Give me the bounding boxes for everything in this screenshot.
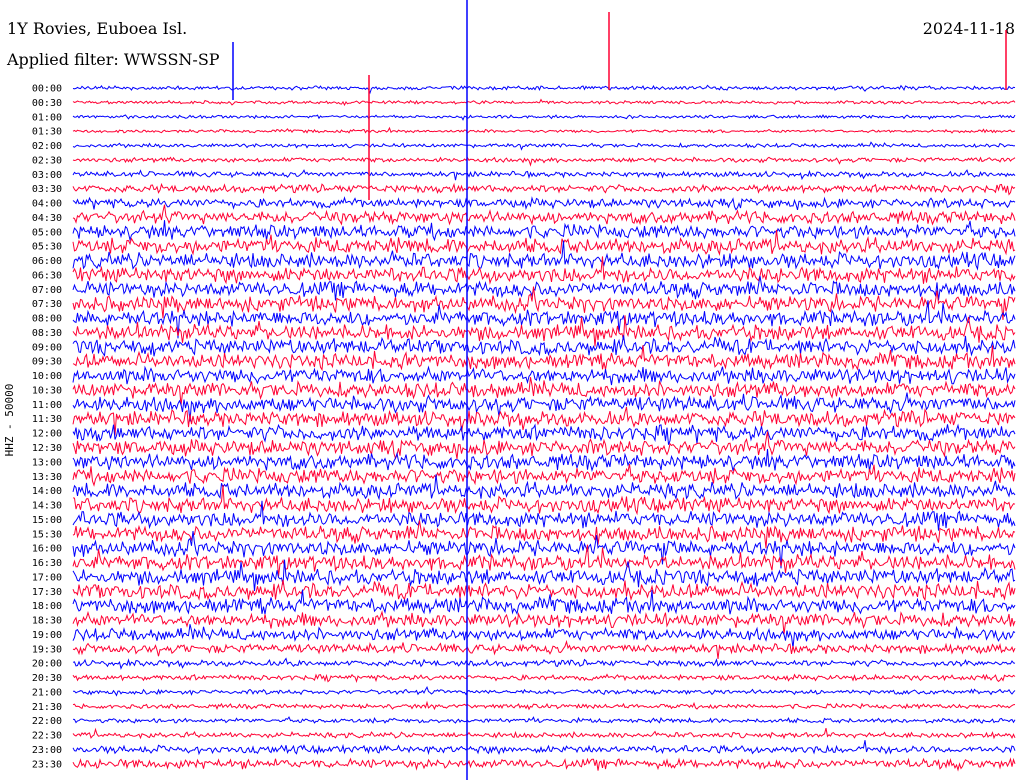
row-time-label: 08:00 <box>32 314 62 325</box>
seismic-trace <box>72 156 1016 167</box>
seismic-trace <box>72 657 1016 670</box>
row-time-label: 09:00 <box>32 342 62 353</box>
row-time-label: 16:00 <box>32 544 62 555</box>
row-time-label: 07:00 <box>32 285 62 296</box>
seismic-trace <box>72 673 1016 683</box>
row-time-label: 03:00 <box>32 170 62 181</box>
seismic-trace <box>72 275 1016 301</box>
seismic-trace <box>72 624 1016 649</box>
seismic-trace <box>72 740 1016 756</box>
row-time-label: 07:30 <box>32 299 62 310</box>
seismic-trace <box>72 484 1016 516</box>
row-time-label: 06:00 <box>32 256 62 267</box>
seismic-trace <box>72 757 1016 772</box>
row-time-label: 00:00 <box>32 84 62 95</box>
row-time-label: 18:30 <box>32 616 62 627</box>
row-time-label: 14:30 <box>32 501 62 512</box>
seismic-trace <box>72 700 1016 711</box>
row-time-label: 00:30 <box>32 98 62 109</box>
row-time-label: 12:00 <box>32 429 62 440</box>
row-time-label: 16:30 <box>32 558 62 569</box>
row-time-label: 17:30 <box>32 587 62 598</box>
row-time-label: 01:00 <box>32 112 62 123</box>
row-time-label: 04:30 <box>32 213 62 224</box>
row-time-label: 21:30 <box>32 702 62 713</box>
seismic-trace <box>73 686 1016 697</box>
seismic-trace <box>72 141 1016 151</box>
row-time-label: 02:00 <box>32 141 62 152</box>
row-time-label: 11:00 <box>32 400 62 411</box>
seismic-trace <box>72 169 1016 181</box>
seismic-trace <box>72 639 1016 659</box>
seismic-trace <box>72 463 1016 487</box>
row-time-label: 20:00 <box>32 659 62 670</box>
seismic-trace <box>72 406 1016 436</box>
row-time-label: 19:30 <box>32 644 62 655</box>
seismic-trace <box>72 727 1016 740</box>
seismic-trace <box>72 220 1016 242</box>
seismic-trace <box>72 610 1016 635</box>
seismic-trace <box>72 84 1016 95</box>
row-time-label: 23:00 <box>32 745 62 756</box>
row-time-label: 09:30 <box>32 357 62 368</box>
seismic-trace <box>72 716 1016 724</box>
row-time-label: 22:00 <box>32 716 62 727</box>
row-time-label: 08:30 <box>32 328 62 339</box>
row-time-label: 22:30 <box>32 731 62 742</box>
seismic-trace <box>72 345 1016 372</box>
row-time-label: 13:00 <box>32 457 62 468</box>
row-time-label: 12:30 <box>32 443 62 454</box>
row-time-label: 23:30 <box>32 759 62 770</box>
row-time-label: 19:00 <box>32 630 62 641</box>
row-time-label: 06:30 <box>32 270 62 281</box>
row-time-label: 05:00 <box>32 227 62 238</box>
row-time-label: 15:30 <box>32 529 62 540</box>
row-time-label: 03:30 <box>32 184 62 195</box>
seismic-trace <box>72 126 1016 134</box>
row-time-label: 05:30 <box>32 242 62 253</box>
row-time-label: 10:00 <box>32 371 62 382</box>
row-time-label: 11:30 <box>32 414 62 425</box>
row-time-label: 21:00 <box>32 687 62 698</box>
row-time-label: 14:00 <box>32 486 62 497</box>
seismic-trace <box>72 114 1016 121</box>
channel-axis-label: HHZ - 50000 <box>3 383 16 457</box>
seismic-trace <box>72 196 1016 211</box>
row-time-label: 20:30 <box>32 673 62 684</box>
row-time-label: 18:00 <box>32 601 62 612</box>
row-time-label: 04:00 <box>32 199 62 210</box>
seismic-trace <box>72 182 1016 196</box>
row-time-label: 02:30 <box>32 155 62 166</box>
row-time-label: 13:30 <box>32 472 62 483</box>
seismic-trace <box>72 98 1016 107</box>
row-time-label: 10:30 <box>32 385 62 396</box>
row-time-label: 15:00 <box>32 515 62 526</box>
helicorder-chart: 00:00 00:30 01:00 01:30 02:00 02:30 03:00 03:30… <box>32 0 1016 780</box>
seismic-trace <box>72 204 1016 226</box>
seismic-trace <box>72 423 1016 445</box>
row-time-label: 01:30 <box>32 127 62 138</box>
row-time-label: 17:00 <box>32 572 62 583</box>
